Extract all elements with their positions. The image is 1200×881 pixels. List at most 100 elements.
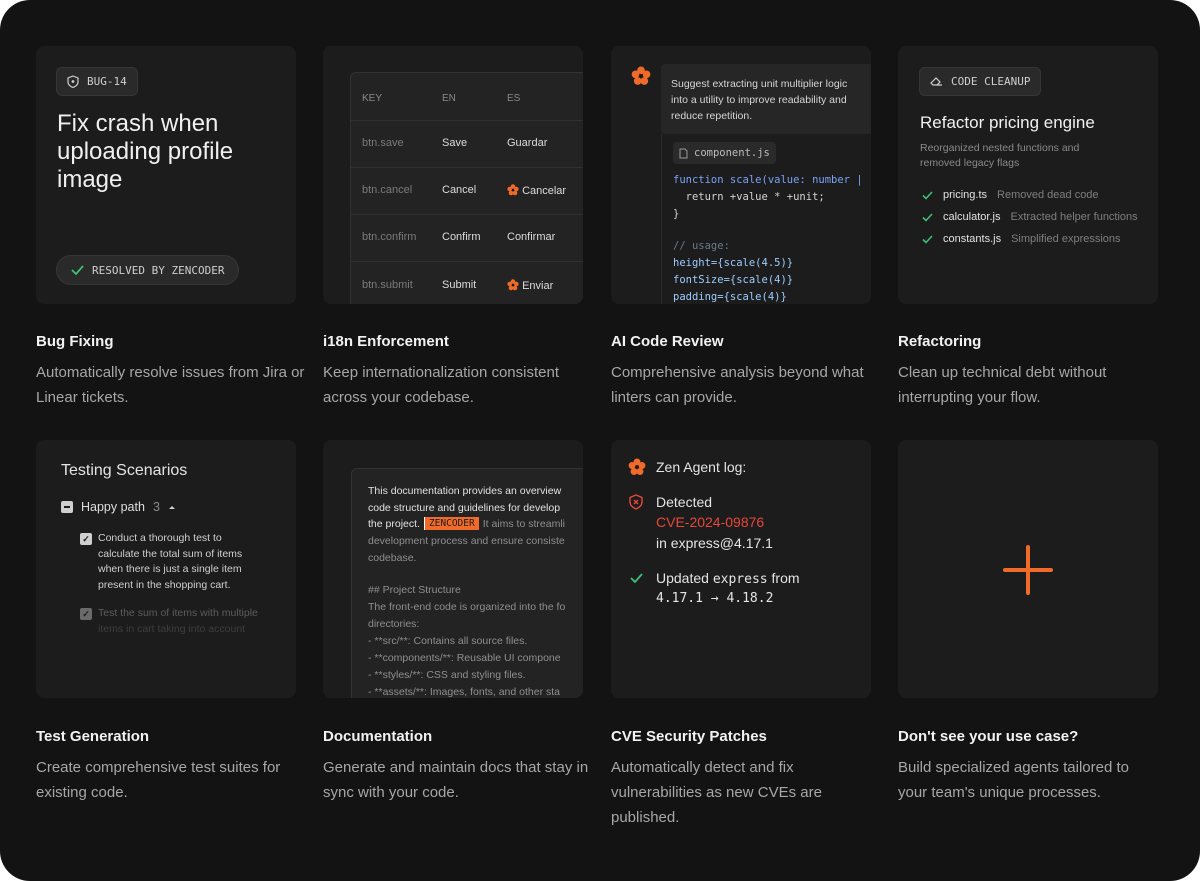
bug-id: BUG-14	[87, 75, 127, 88]
cve-id[interactable]: CVE-2024-09876	[656, 514, 764, 530]
doc-line: The front-end code is organized into the…	[368, 601, 566, 613]
en-cell: Cancel	[442, 184, 477, 196]
column-header: EN	[442, 93, 456, 104]
doc-line: code structure and guidelines for develo…	[368, 502, 561, 514]
updated-package: express	[712, 572, 768, 587]
test-generation-card[interactable]: Testing Scenarios Happy path 3 ✓ Conduct…	[36, 440, 296, 698]
test-line: present in the shopping cart.	[98, 578, 231, 591]
es-cell: Guardar	[507, 137, 548, 149]
check-icon	[630, 573, 643, 583]
shield-icon	[67, 75, 79, 88]
table-row: btn.confirm Confirm Confirmar	[351, 215, 583, 262]
change-note: Removed dead code	[997, 189, 1099, 201]
card-title: CVE Security Patches	[611, 728, 767, 745]
file-tab[interactable]: component.js	[673, 142, 776, 164]
doc-text: the project.	[368, 517, 420, 530]
doc-line: - **src/**: Contains all source files.	[368, 635, 528, 647]
zen-logo-icon	[507, 279, 519, 291]
subheading-line: removed legacy flags	[920, 157, 1020, 169]
test-group-header[interactable]: Happy path 3	[61, 500, 176, 514]
refactor-heading: Refactor pricing engine	[920, 113, 1095, 132]
code-line: padding={scale(4)}	[673, 291, 787, 303]
card-description: Generate and maintain docs that stay in …	[323, 759, 589, 801]
test-line: calculate the total sum of items	[98, 547, 243, 560]
shield-alert-icon	[629, 494, 643, 510]
column-header: KEY	[362, 93, 383, 104]
code-line: }	[673, 208, 680, 220]
key-cell: btn.confirm	[362, 231, 417, 243]
table-header: KEY EN ES	[351, 73, 583, 121]
documentation-card[interactable]: This documentation provides an overview …	[323, 440, 583, 698]
key-cell: btn.submit	[362, 279, 413, 291]
card-description: Automatically detect and fix vulnerabili…	[611, 759, 822, 826]
table-row: btn.cancel Cancel Cancelar	[351, 168, 583, 215]
zen-logo-icon	[631, 66, 651, 85]
doc-text: It aims to streamli	[482, 517, 565, 530]
card-description: Clean up technical debt without interrup…	[898, 364, 1107, 406]
zen-logo-icon	[628, 458, 646, 475]
suggestion-box: Suggest extracting unit multiplier logic…	[661, 64, 871, 134]
cleanup-badge: CODE CLEANUP	[919, 67, 1042, 96]
log-title: Zen Agent log:	[656, 459, 747, 475]
thread-line	[661, 134, 662, 304]
bug-heading: Fix crash when uploading profile image	[57, 110, 234, 193]
test-item: Test the sum of items with multiple item…	[98, 606, 258, 637]
table-row: btn.save Save Guardar	[351, 121, 583, 168]
test-checkbox[interactable]: ✓	[80, 608, 92, 620]
suggestion-line: into a utility to improve readability an…	[671, 94, 847, 106]
zen-logo-icon	[507, 184, 519, 196]
es-cell: Confirmar	[507, 231, 556, 243]
doc-line: - **styles/**: CSS and styling files.	[368, 669, 526, 681]
cve-card[interactable]: Zen Agent log: Detected CVE-2024-09876 i…	[611, 440, 871, 698]
custom-use-case-card[interactable]	[898, 440, 1158, 698]
card-title: AI Code Review	[611, 333, 724, 350]
detected-label: Detected	[656, 494, 713, 510]
updated-suffix: from	[771, 570, 800, 586]
bug-badge: BUG-14	[56, 67, 138, 96]
plus-icon[interactable]	[1003, 545, 1053, 595]
card-description: Comprehensive analysis beyond what linte…	[611, 364, 864, 406]
refactoring-card[interactable]: CODE CLEANUP Refactor pricing engine Reo…	[898, 46, 1158, 304]
chevron-up-icon[interactable]	[168, 504, 176, 510]
test-line: when there is just a single item	[98, 563, 242, 575]
code-line: height={scale(4.5)}	[673, 257, 794, 269]
card-title: Don't see your use case?	[898, 728, 1079, 745]
card-title: Bug Fixing	[36, 333, 114, 350]
group-checkbox[interactable]	[61, 501, 73, 513]
column-header: ES	[507, 93, 521, 104]
code-review-card[interactable]: Suggest extracting unit multiplier logic…	[611, 46, 871, 304]
en-cell: Submit	[442, 279, 477, 291]
test-checkbox[interactable]: ✓	[80, 533, 92, 545]
change-item: constants.js Simplified expressions	[922, 233, 1121, 245]
i18n-card[interactable]: KEY EN ES btn.save Save Guardar btn.canc…	[323, 46, 583, 304]
changed-file: constants.js	[943, 233, 1002, 245]
change-item: calculator.js Extracted helper functions	[922, 211, 1138, 223]
eraser-icon	[930, 77, 942, 86]
file-icon	[679, 148, 688, 158]
badge-text: CODE CLEANUP	[951, 75, 1031, 88]
doc-line: the project. ZENCODER It aims to streaml…	[368, 517, 565, 530]
group-count: 3	[152, 500, 160, 514]
en-cell: Confirm	[442, 231, 481, 243]
refactor-subheading: Reorganized nested functions and removed…	[920, 141, 1079, 171]
bug-fixing-card[interactable]: BUG-14 Fix crash when uploading profile …	[36, 46, 296, 304]
es-text: Enviar	[522, 280, 554, 292]
test-item: Conduct a thorough test to calculate the…	[98, 531, 242, 593]
check-icon	[922, 212, 933, 222]
suggestion-line: Suggest extracting unit multiplier logic	[671, 78, 848, 90]
change-item: pricing.ts Removed dead code	[922, 189, 1099, 201]
card-description: Keep internationalization consistent acr…	[323, 364, 559, 406]
check-icon	[71, 265, 84, 275]
status-text: RESOLVED BY ZENCODER	[92, 263, 225, 277]
doc-line: - **assets/**: Images, fonts, and other …	[368, 686, 561, 698]
code-line: return +value * +unit;	[673, 191, 825, 203]
doc-panel: This documentation provides an overview …	[351, 468, 583, 698]
i18n-table: KEY EN ES btn.save Save Guardar btn.canc…	[350, 72, 583, 304]
card-title: Documentation	[323, 728, 433, 745]
group-label: Happy path	[81, 500, 145, 514]
test-line: items in cart taking into account	[98, 622, 246, 635]
card-description: Build specialized agents tailored to you…	[898, 759, 1129, 801]
en-cell: Save	[442, 137, 468, 149]
doc-line: directories:	[368, 618, 420, 630]
changed-file: calculator.js	[943, 211, 1001, 223]
